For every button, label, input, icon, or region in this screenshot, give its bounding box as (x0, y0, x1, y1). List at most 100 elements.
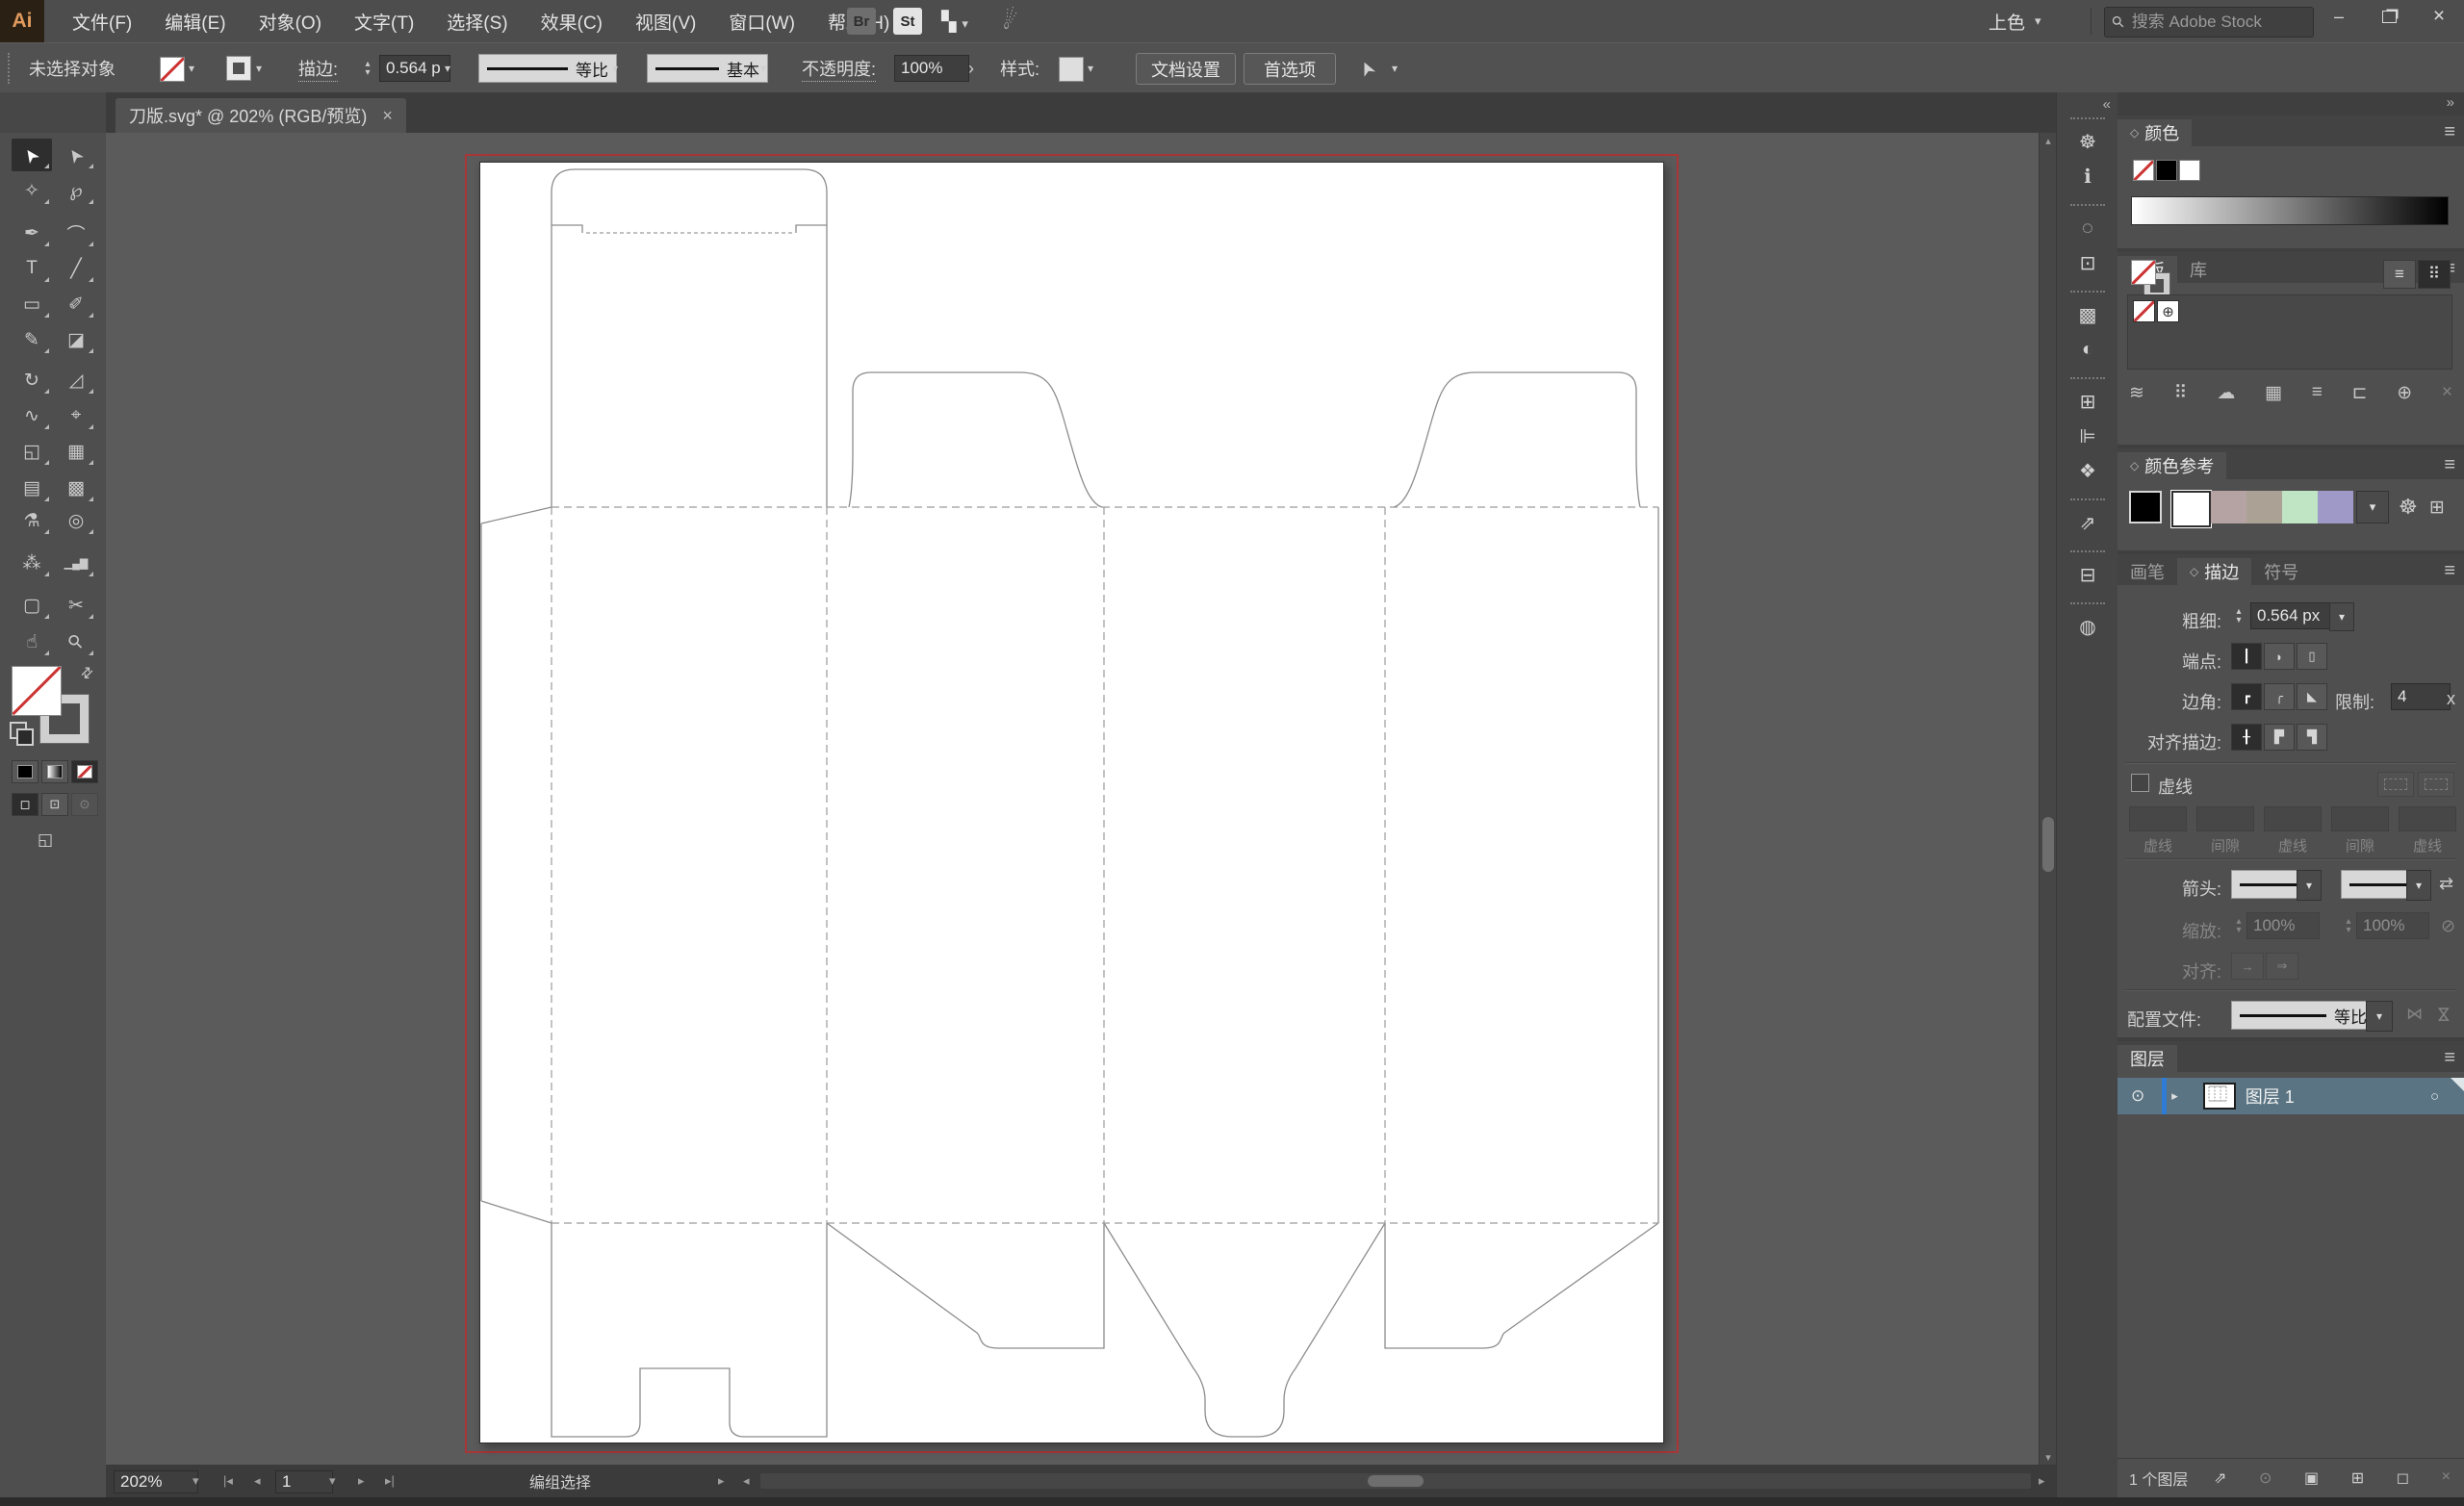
stroke-weight-label[interactable]: 描边: (298, 43, 339, 93)
artboards-panel-icon[interactable]: ⊟ (2067, 558, 2108, 591)
strip-group-handle[interactable] (2070, 117, 2105, 123)
miter-limit-field[interactable]: 4 (2391, 683, 2451, 710)
symbol-sprayer-tool[interactable]: ⁂ (12, 547, 52, 579)
align-panel-icon[interactable]: ⊫ (2067, 420, 2108, 452)
join-miter-button[interactable]: ┏ (2231, 683, 2262, 710)
document-setup-button[interactable]: 文档设置 (1136, 53, 1236, 85)
asset-export-panel-icon[interactable]: ◍ (2067, 610, 2108, 643)
harmony-swatch-4[interactable] (2318, 491, 2353, 523)
restore-button[interactable] (2364, 0, 2414, 33)
magic-wand-panel-icon[interactable]: ◌ (2067, 212, 2108, 244)
chevron-down-icon[interactable]: ▾ (189, 43, 194, 93)
rotate-tool[interactable]: ↻ (12, 364, 52, 396)
chevron-down-icon[interactable]: ▾ (445, 43, 450, 93)
stroke-color-swatch[interactable] (226, 56, 251, 81)
layer-thumbnail[interactable] (2202, 1083, 2236, 1110)
panel-drag-handle[interactable] (8, 53, 13, 84)
weight-field[interactable]: 0.564 px (2250, 602, 2335, 629)
chevron-down-icon[interactable]: ▾ (1088, 43, 1093, 93)
harmony-swatch-3[interactable] (2282, 491, 2318, 523)
cc-libraries-icon[interactable]: ☁ (2217, 382, 2235, 404)
line-segment-tool[interactable]: ╱ (56, 252, 96, 285)
artboard[interactable] (479, 162, 1664, 1443)
perspective-grid-tool[interactable]: ▦ (56, 435, 96, 468)
stock-app-icon[interactable]: St (893, 8, 922, 35)
select-similar-icon[interactable]: ➤ (1354, 43, 1380, 93)
menu-f[interactable]: 文件(F) (56, 9, 148, 35)
type-tool[interactable]: T (12, 252, 52, 285)
harmony-swatch-0[interactable] (2170, 490, 2212, 528)
close-button[interactable]: × (2414, 0, 2464, 33)
slice-tool[interactable]: ✂ (56, 589, 96, 622)
join-bevel-button[interactable]: ◣ (2297, 683, 2327, 710)
draw-behind-button[interactable]: ⊡ (41, 793, 68, 816)
opacity-field[interactable]: 100% (894, 55, 969, 82)
status-display[interactable]: 编组选择 (529, 1465, 591, 1497)
registration-swatch[interactable]: ⊕ (2157, 300, 2179, 322)
scroll-right-icon[interactable]: ▸ (2039, 1465, 2045, 1497)
strip-group-handle[interactable] (2070, 602, 2105, 608)
blend-tool[interactable]: ◎ (56, 504, 96, 537)
column-graph-tool[interactable]: ▁▄▇ (56, 547, 96, 579)
dash-preserve-button[interactable] (2377, 772, 2414, 797)
tab-stroke[interactable]: ◇ 描边 (2177, 558, 2252, 585)
cap-round-button[interactable]: ◗ (2264, 643, 2295, 670)
panel-menu-icon[interactable]: ≡ (2444, 1047, 2455, 1069)
swatch-kinds-icon[interactable]: ▦ (2265, 382, 2282, 404)
artboard-number-field[interactable]: 1 (275, 1470, 333, 1493)
canvas[interactable] (106, 133, 2039, 1465)
artboard-chevron-icon[interactable]: ▾ (329, 1465, 336, 1497)
base-color-swatch[interactable] (2129, 491, 2162, 523)
scale-end-field[interactable]: 100% (2356, 912, 2429, 939)
expand-panels-icon[interactable]: « (2103, 96, 2111, 113)
last-artboard-icon[interactable]: ▸| (385, 1465, 395, 1497)
chevron-down-icon[interactable]: ▾ (760, 43, 766, 93)
chevron-down-icon[interactable]: ▾ (2297, 870, 2322, 901)
gradient-button[interactable] (41, 760, 68, 783)
minimize-button[interactable]: – (2314, 0, 2364, 33)
close-tab-icon[interactable]: × (382, 106, 393, 126)
zoom-tool[interactable]: ⚲ (56, 625, 96, 658)
tab-libraries[interactable]: 库 (2177, 256, 2220, 283)
chevron-down-icon[interactable]: ▾ (256, 43, 262, 93)
workspace-switcher[interactable]: 上色 ▾ (1989, 8, 2041, 35)
scroll-up-icon[interactable]: ▴ (2040, 133, 2057, 148)
fill-swatch[interactable] (12, 666, 62, 716)
new-sublayer-icon[interactable]: ⊞ (2351, 1468, 2364, 1488)
align-stroke-outside-button[interactable]: ▜ (2297, 724, 2327, 751)
hand-tool[interactable]: ☝ (12, 625, 52, 658)
zoom-chevron-icon[interactable]: ▾ (192, 1465, 199, 1497)
collapse-dock-icon[interactable]: » (2447, 94, 2454, 111)
harmony-swatch-2[interactable] (2246, 491, 2282, 523)
tab-color-guide[interactable]: ◇ 颜色参考 (2118, 452, 2227, 479)
menu-e[interactable]: 编辑(E) (148, 9, 242, 35)
menu-s[interactable]: 选择(S) (430, 9, 524, 35)
adobe-stock-search[interactable]: ⚲ (2104, 7, 2314, 38)
arrowhead-start-dropdown[interactable] (2231, 870, 2306, 899)
stroke-weight-field[interactable]: 0.564 p (379, 55, 450, 82)
curvature-tool[interactable]: ⌒ (56, 217, 96, 249)
make-clip-mask-icon[interactable]: ▣ (2304, 1468, 2319, 1488)
menu-t[interactable]: 文字(T) (338, 9, 430, 35)
align-stroke-center-button[interactable]: ╂ (2231, 724, 2262, 751)
default-fill-stroke-icon[interactable] (10, 722, 34, 746)
none-swatch[interactable] (2133, 300, 2155, 322)
menu-c[interactable]: 效果(C) (525, 9, 619, 35)
artboard-tool[interactable]: ▢ (12, 589, 52, 622)
dashed-line-checkbox[interactable] (2131, 774, 2149, 792)
tab-symbols[interactable]: 符号 (2251, 558, 2311, 585)
info-icon[interactable]: ℹ (2067, 160, 2108, 192)
graphic-style-swatch[interactable] (1059, 57, 1084, 82)
panel-menu-icon[interactable]: ≡ (2444, 121, 2455, 143)
lasso-tool[interactable]: ℘ (56, 174, 96, 207)
selection-tool[interactable]: ➤ (12, 139, 52, 171)
chevron-down-icon[interactable]: ▾ (612, 43, 618, 93)
vertical-scroll-thumb[interactable] (2042, 817, 2054, 872)
menu-v[interactable]: 视图(V) (619, 9, 712, 35)
align-stroke-inside-button[interactable]: ▛ (2264, 724, 2295, 751)
swatch-libraries-icon[interactable]: ≋ (2129, 382, 2144, 404)
pencil-tool[interactable]: ✎ (12, 323, 52, 356)
shape-modes-panel-icon[interactable]: ❖ (2067, 454, 2108, 487)
weight-dropdown-icon[interactable]: ▾ (2329, 602, 2354, 631)
list-view-button[interactable]: ≡ (2383, 260, 2416, 289)
